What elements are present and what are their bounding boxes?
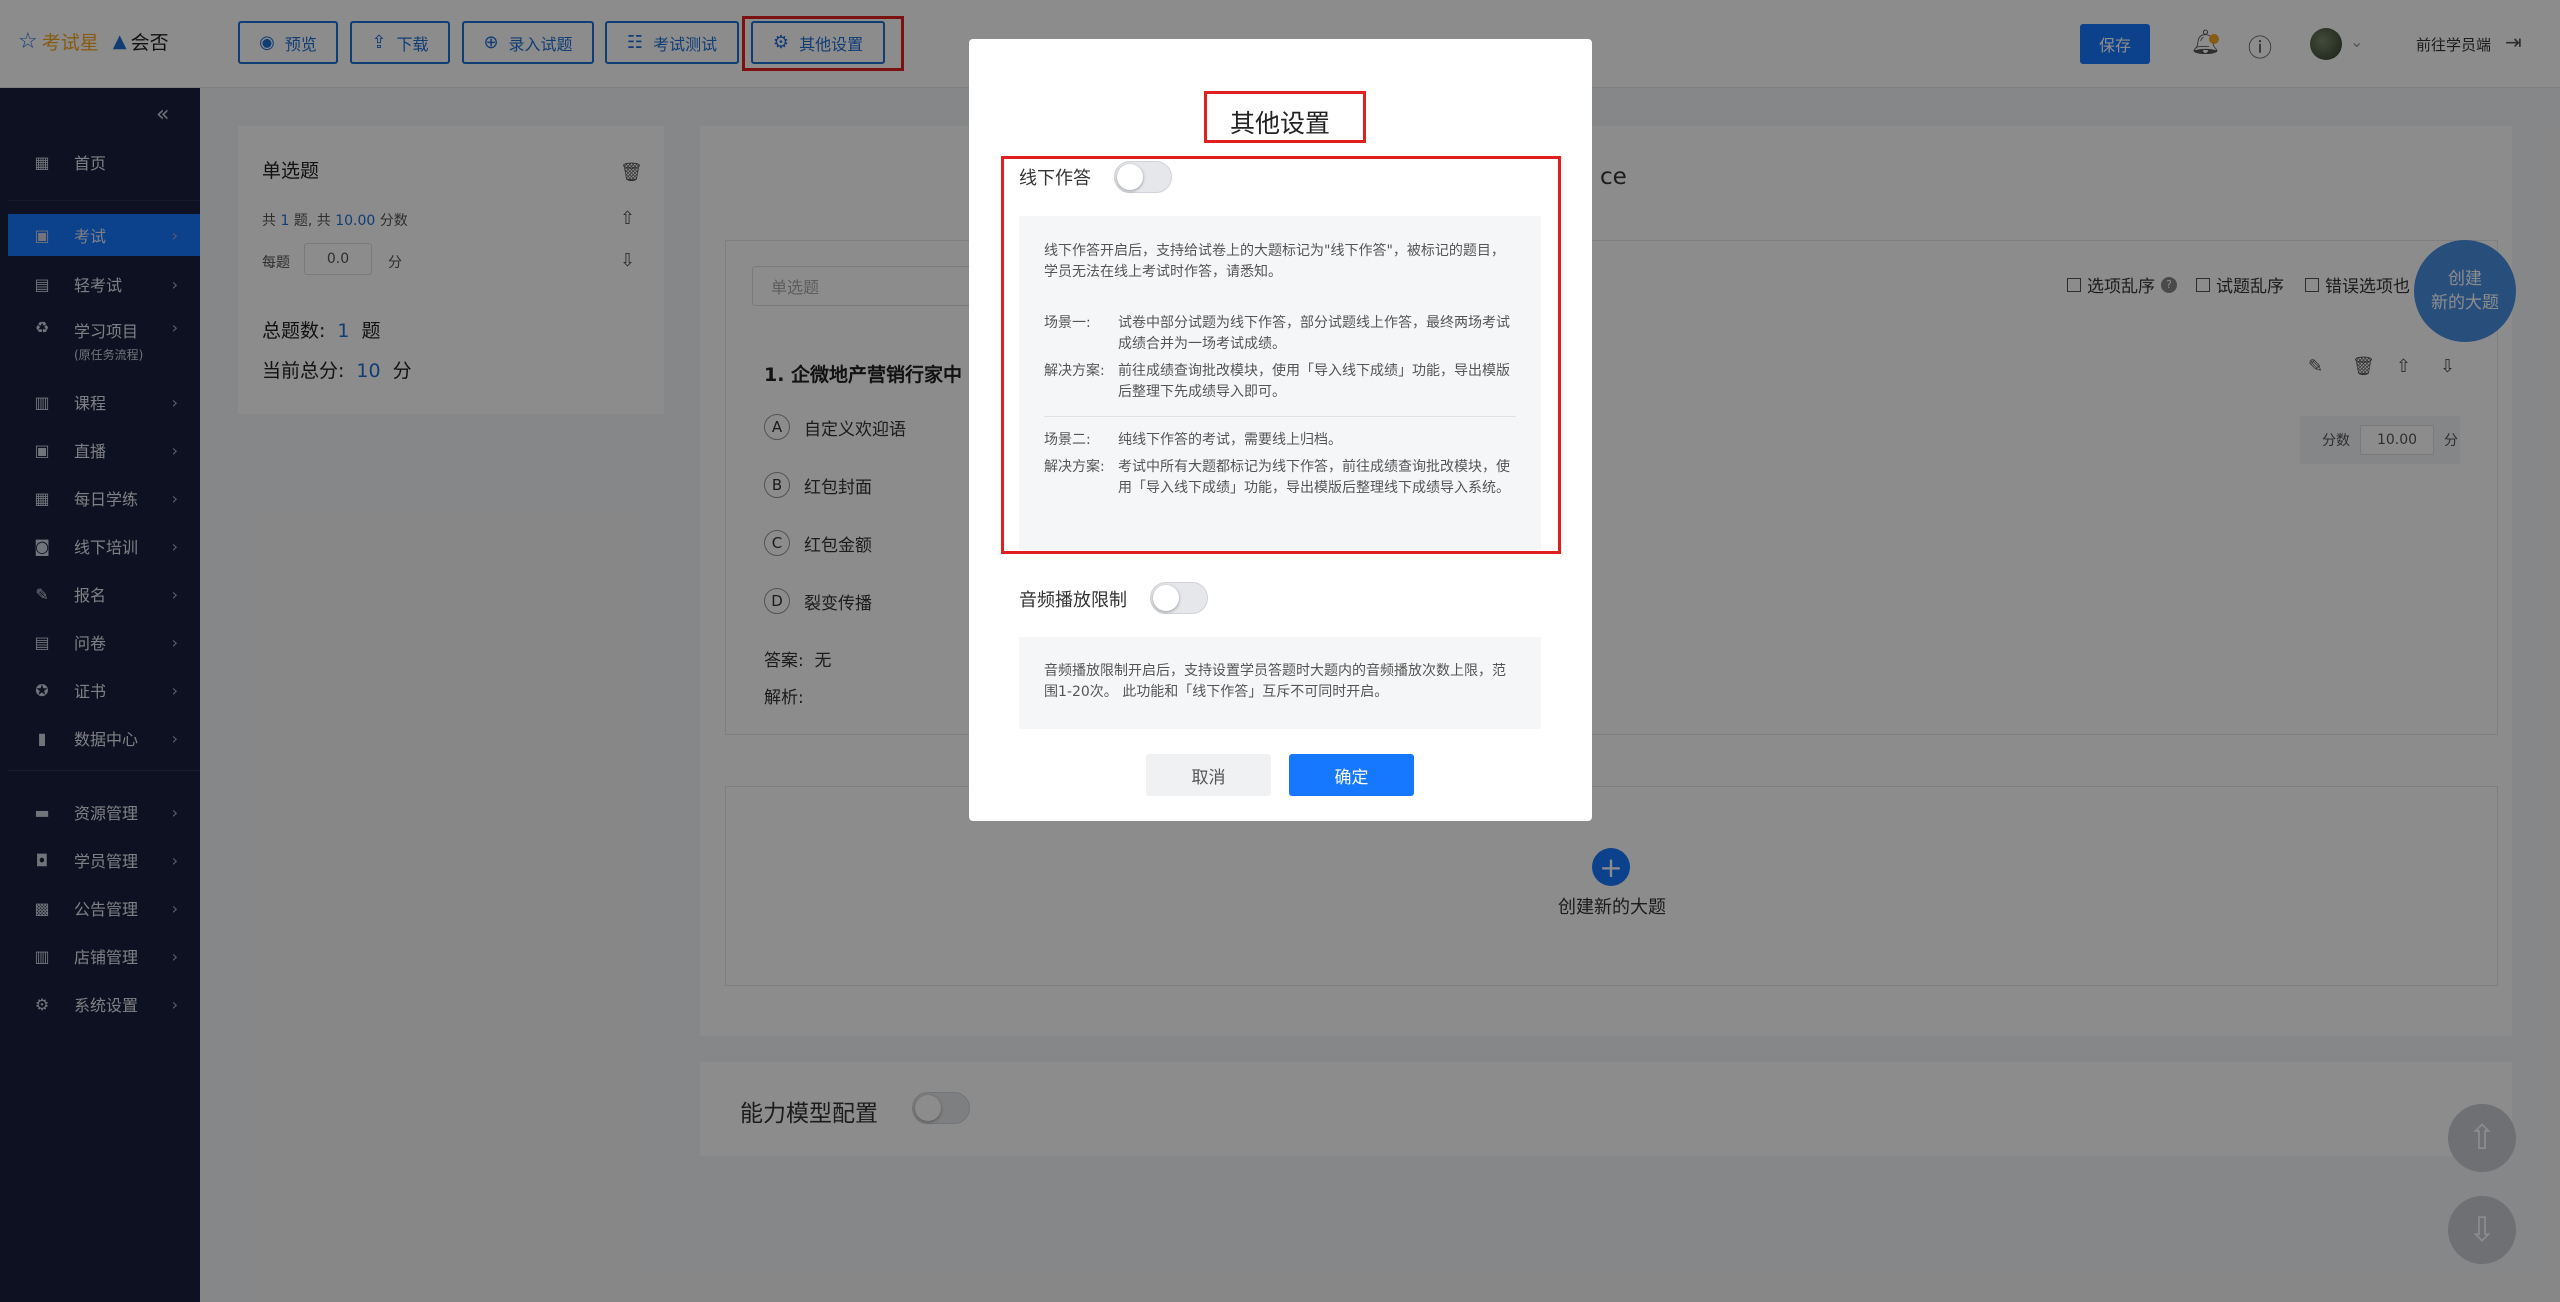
toggle-knob bbox=[1153, 585, 1179, 611]
audio-limit-toggle[interactable] bbox=[1150, 582, 1208, 614]
highlight-modal-title bbox=[1204, 91, 1366, 143]
cancel-button[interactable]: 取消 bbox=[1146, 754, 1271, 796]
confirm-button[interactable]: 确定 bbox=[1289, 754, 1414, 796]
audio-limit-label: 音频播放限制 bbox=[1019, 590, 1127, 611]
audio-limit-description: 音频播放限制开启后，支持设置学员答题时大题内的音频播放次数上限，范围1-20次。… bbox=[1044, 663, 1506, 700]
highlight-offline-section bbox=[1001, 156, 1561, 554]
